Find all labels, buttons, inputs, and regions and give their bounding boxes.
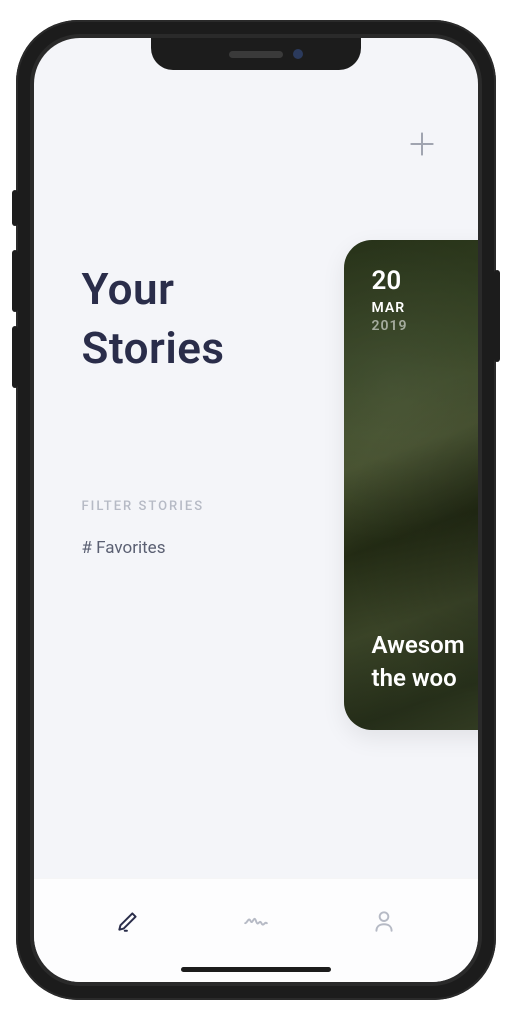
page-title: Your Stories [82, 260, 322, 379]
title-line: Stories [82, 319, 322, 378]
story-title-line: Awesom [372, 629, 478, 663]
tab-activity[interactable] [236, 901, 276, 941]
device-notch [151, 38, 361, 70]
story-year: 2019 [372, 318, 478, 334]
pencil-icon [115, 908, 141, 934]
side-button [12, 250, 18, 312]
side-button [12, 190, 18, 226]
home-indicator[interactable] [181, 967, 331, 972]
story-title-line: the woo [372, 662, 478, 696]
story-card[interactable]: 20 MAR 2019 Awesom the woo [344, 240, 478, 730]
top-bar [34, 98, 478, 160]
side-button [494, 270, 500, 362]
filter-block: FILTER STORIES # Favorites [82, 499, 322, 558]
phone-frame: Your Stories FILTER STORIES # Favorites … [16, 20, 496, 1000]
story-month: MAR [372, 300, 478, 316]
profile-icon [371, 908, 397, 934]
app-screen: Your Stories FILTER STORIES # Favorites … [34, 38, 478, 982]
tab-profile[interactable] [364, 901, 404, 941]
tab-write[interactable] [108, 901, 148, 941]
add-story-button[interactable] [406, 128, 438, 160]
side-button [12, 326, 18, 388]
plus-icon [406, 128, 438, 160]
story-title: Awesom the woo [372, 629, 478, 696]
story-date: 20 MAR 2019 [344, 240, 478, 360]
story-day: 20 [372, 266, 478, 296]
title-line: Your [82, 260, 322, 319]
activity-icon [243, 908, 269, 934]
filter-label: FILTER STORIES [82, 499, 322, 514]
filter-value[interactable]: # Favorites [82, 538, 322, 558]
